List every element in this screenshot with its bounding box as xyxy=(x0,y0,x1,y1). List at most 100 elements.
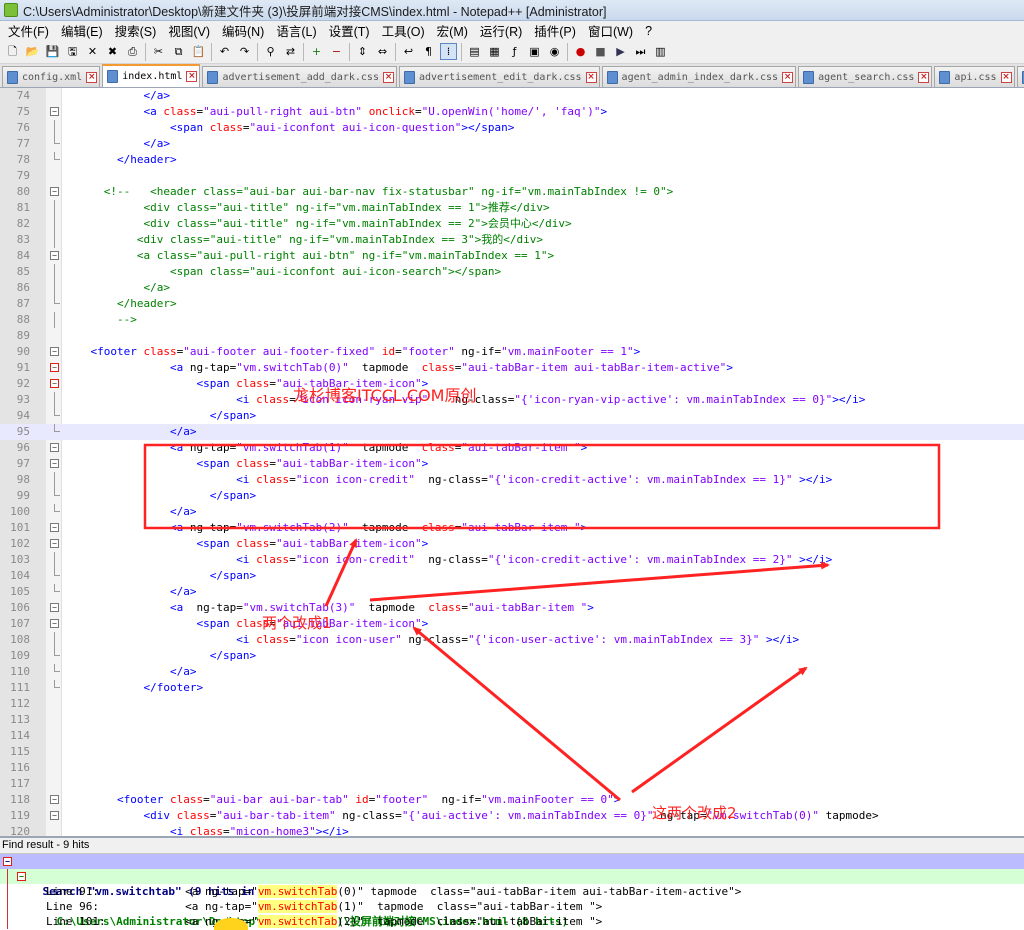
code-line[interactable]: 81 <div class="aui-title" ng-if="vm.main… xyxy=(0,200,1024,216)
fold-toggle-icon[interactable]: − xyxy=(50,459,59,468)
code-line[interactable]: 101 − <a ng-tap="vm.switchTab(2)" tapmode… xyxy=(0,520,1024,536)
save-icon[interactable]: 💾 xyxy=(44,43,61,60)
all-chars-icon[interactable]: ¶ xyxy=(420,43,437,60)
code-line[interactable]: 116 xyxy=(0,760,1024,776)
close-icon[interactable]: ✕ xyxy=(84,43,101,60)
code-line[interactable]: 106− <a ng-tap="vm.switchTab(3)" tapmode… xyxy=(0,600,1024,616)
tab-index-html[interactable]: index.html × xyxy=(102,64,201,87)
menu-item[interactable]: 插件(P) xyxy=(528,21,582,40)
tab-close-icon[interactable]: × xyxy=(782,71,794,83)
save-macro-icon[interactable]: ▥ xyxy=(652,43,669,60)
code-line[interactable]: 79 xyxy=(0,168,1024,184)
find-icon[interactable]: ⚲ xyxy=(262,43,279,60)
code-line[interactable]: 92− <span class="aui-tabBar-item-icon"> xyxy=(0,376,1024,392)
code-line[interactable]: 77 </a> xyxy=(0,136,1024,152)
menu-item[interactable]: ? xyxy=(639,24,658,38)
tab-close-icon[interactable]: × xyxy=(918,71,930,83)
code-line[interactable]: 75 − <a class = "aui-pull-right aui-btn" on… xyxy=(0,104,1024,120)
code-line[interactable]: 104 </span> xyxy=(0,568,1024,584)
code-line[interactable]: 110 </a> xyxy=(0,664,1024,680)
code-line[interactable]: 102 − <span class="aui-tabBar-item-icon"> xyxy=(0,536,1024,552)
menu-item[interactable]: 视图(V) xyxy=(162,21,216,40)
code-line[interactable]: 89 xyxy=(0,328,1024,344)
sync-h-icon[interactable]: ⇔ xyxy=(374,43,391,60)
tab-close-icon[interactable]: × xyxy=(382,71,394,83)
tab-config-xml[interactable]: config.xml × xyxy=(2,66,101,87)
redo-icon[interactable]: ↷ xyxy=(236,43,253,60)
menu-item[interactable]: 设置(T) xyxy=(323,21,376,40)
fold-toggle-icon[interactable]: − xyxy=(50,603,59,612)
fold-toggle-icon[interactable]: − xyxy=(50,811,59,820)
collapse-icon[interactable]: − xyxy=(17,872,26,881)
fold-toggle-icon[interactable]: − xyxy=(50,363,59,372)
fold-toggle-icon[interactable]: − xyxy=(50,187,59,196)
tab-artical-[interactable]: artical_× xyxy=(1016,66,1024,87)
code-line[interactable]: 80 − <!-- <header class="aui-bar aui-bar-… xyxy=(0,184,1024,200)
zoom-in-icon[interactable]: + xyxy=(308,43,325,60)
fold-toggle-icon[interactable]: − xyxy=(50,795,59,804)
code-line[interactable]: 95 </a> xyxy=(0,424,1024,440)
code-editor[interactable]: 74 </a> 75− <a class="aui-pull-right aui-… xyxy=(0,88,1024,836)
replace-icon[interactable]: ⇄ xyxy=(282,43,299,60)
code-line[interactable]: 103 <i class="icon icon-credit" ng-class… xyxy=(0,552,1024,568)
code-line[interactable]: 118 − <footer class="aui-bar aui-bar-tab"… xyxy=(0,792,1024,808)
fold-toggle-icon[interactable]: − xyxy=(50,443,59,452)
menu-item[interactable]: 搜索(S) xyxy=(109,21,163,40)
code-line[interactable]: 88 --> xyxy=(0,312,1024,328)
fold-toggle-icon[interactable]: − xyxy=(50,251,59,260)
sync-v-icon[interactable]: ⇕ xyxy=(354,43,371,60)
tab-agent-search-css[interactable]: agent_search.css × xyxy=(798,66,933,87)
menu-item[interactable]: 文件(F) xyxy=(2,21,55,40)
code-line[interactable]: 113 xyxy=(0,712,1024,728)
code-line[interactable]: 114 xyxy=(0,728,1024,744)
undo-icon[interactable]: ↶ xyxy=(216,43,233,60)
fold-toggle-icon[interactable]: − xyxy=(50,379,59,388)
find-results-panel[interactable]: Find result - 9 hits − Search "vm.switch… xyxy=(0,836,1024,930)
save-all-icon[interactable]: 🖫 xyxy=(64,43,81,60)
code-line[interactable]: 76 <span class="aui-iconfont aui-icon-qu… xyxy=(0,120,1024,136)
tab-agent-admin-index-dark-css[interactable]: agent_admin_index_dark.css × xyxy=(601,66,797,87)
find-hit-row[interactable]: Line 96: <a ng-tap="vm.switchTab(1)" tap… xyxy=(0,899,1024,914)
indent-guide-icon[interactable]: ⁞ xyxy=(440,43,457,60)
code-line[interactable]: 86 </a> xyxy=(0,280,1024,296)
run-macro-multiple-icon[interactable]: ⏭ xyxy=(632,43,649,60)
code-line[interactable]: 96 − <a ng-tap="vm.switchTab(1)" tapmode … xyxy=(0,440,1024,456)
tab-advertisement-edit-dark-css[interactable]: advertisement_edit_dark.css × xyxy=(398,66,600,87)
cut-icon[interactable]: ✂ xyxy=(150,43,167,60)
code-line[interactable]: 93 <i class="icon icon-ryan-vip" ng-clas… xyxy=(0,392,1024,408)
tab-advertisement-add-dark-css[interactable]: advertisement_add_dark.css × xyxy=(202,66,397,87)
play-macro-icon[interactable]: ▶ xyxy=(612,43,629,60)
tab-api-css[interactable]: api.css × xyxy=(934,66,1015,87)
fold-toggle-icon[interactable]: − xyxy=(50,539,59,548)
code-line[interactable]: 82 <div class="aui-title" ng-if="vm.main… xyxy=(0,216,1024,232)
open-file-icon[interactable]: 📂 xyxy=(24,43,41,60)
code-line[interactable]: 98 <i class="icon icon-credit" ng-class=… xyxy=(0,472,1024,488)
doc-map-icon[interactable]: ▦ xyxy=(486,43,503,60)
print-icon[interactable]: ⎙ xyxy=(124,43,141,60)
tab-close-icon[interactable]: × xyxy=(1000,71,1012,83)
find-search-line[interactable]: − Search "vm.switchtab" (9 hits in 2 fil… xyxy=(0,854,1024,898)
menu-item[interactable]: 编辑(E) xyxy=(55,21,109,40)
menu-item[interactable]: 窗口(W) xyxy=(582,21,639,40)
word-wrap-icon[interactable]: ↩ xyxy=(400,43,417,60)
function-list-icon[interactable]: ƒ xyxy=(506,43,523,60)
folder-workspace-icon[interactable]: ▣ xyxy=(526,43,543,60)
find-hit-row[interactable]: Line 101: <a ng-tap="vm.switchTab(2)" ta… xyxy=(0,914,1024,929)
paste-icon[interactable]: 📋 xyxy=(190,43,207,60)
menu-item[interactable]: 编码(N) xyxy=(216,21,270,40)
fold-toggle-icon[interactable]: − xyxy=(50,107,59,116)
tab-close-icon[interactable]: × xyxy=(186,71,198,82)
code-line[interactable]: 99 </span> xyxy=(0,488,1024,504)
collapse-icon[interactable]: − xyxy=(3,857,12,866)
record-macro-icon[interactable]: ● xyxy=(572,43,589,60)
code-line[interactable]: 83 <div class="aui-title" ng-if="vm.main… xyxy=(0,232,1024,248)
new-file-icon[interactable]: 🗋 xyxy=(4,43,21,60)
code-line[interactable]: 97 − <span class="aui-tabBar-item-icon"> xyxy=(0,456,1024,472)
code-line[interactable]: 112 xyxy=(0,696,1024,712)
udl-icon[interactable]: ▤ xyxy=(466,43,483,60)
code-line[interactable]: 108 <i class="icon icon-user" ng-class="… xyxy=(0,632,1024,648)
code-line[interactable]: 90 − <footer class = "aui-footer aui-footer… xyxy=(0,344,1024,360)
code-line[interactable]: 109 </span> xyxy=(0,648,1024,664)
menu-item[interactable]: 语言(L) xyxy=(270,21,322,40)
menu-item[interactable]: 工具(O) xyxy=(376,21,431,40)
